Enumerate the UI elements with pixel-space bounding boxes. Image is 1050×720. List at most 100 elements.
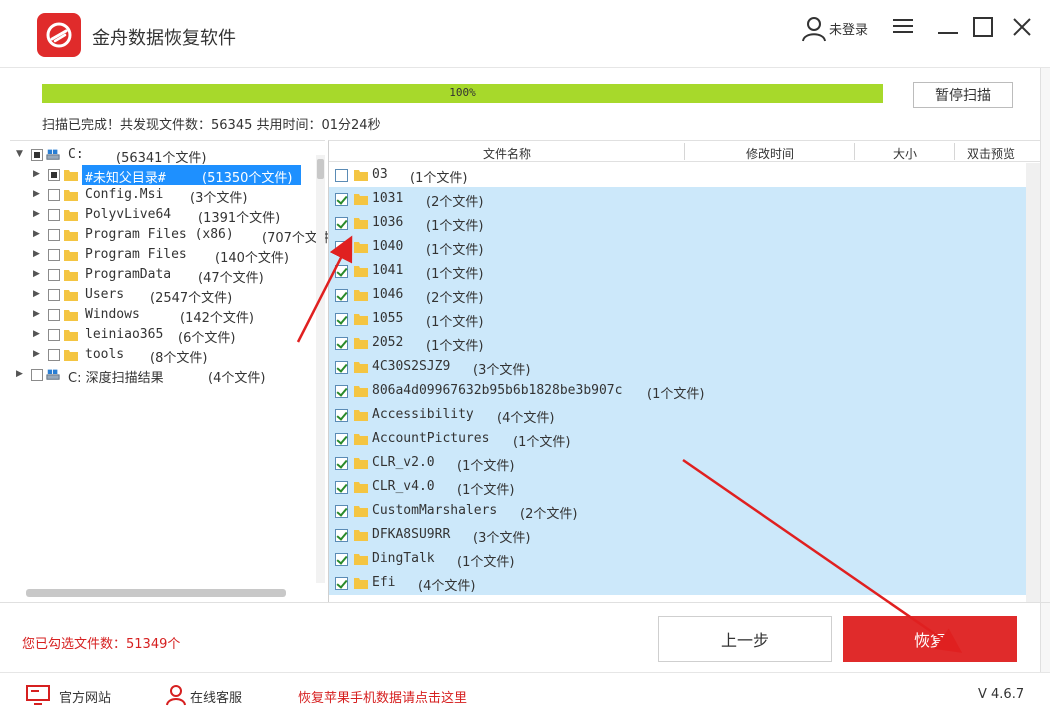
customer-service-icon[interactable] [166, 684, 186, 706]
tree-checkbox[interactable] [48, 249, 60, 261]
tree-checkbox[interactable] [48, 229, 60, 241]
file-row-count: (2个文件) [426, 195, 484, 210]
login-link[interactable]: 未登录 [829, 19, 868, 38]
row-checkbox[interactable] [335, 169, 348, 182]
tree-checkbox[interactable] [31, 149, 43, 161]
file-row[interactable]: 03 (1个文件) [329, 163, 1027, 187]
row-checkbox[interactable] [335, 241, 348, 254]
row-checkbox[interactable] [335, 361, 348, 374]
row-checkbox[interactable] [335, 505, 348, 518]
user-icon[interactable] [802, 16, 826, 42]
file-row[interactable]: CustomMarshalers (2个文件) [329, 499, 1027, 523]
column-header-name[interactable]: 文件名称 [329, 145, 685, 162]
row-checkbox[interactable] [335, 529, 348, 542]
file-row[interactable]: 1046 (2个文件) [329, 283, 1027, 307]
tree-item[interactable]: ▶ Windows (142个文件) [10, 305, 310, 326]
row-checkbox[interactable] [335, 385, 348, 398]
tree-checkbox[interactable] [48, 189, 60, 201]
row-checkbox[interactable] [335, 409, 348, 422]
row-checkbox[interactable] [335, 457, 348, 470]
file-row[interactable]: 1031 (2个文件) [329, 187, 1027, 211]
tree-item[interactable]: ▶ Program Files (x86) (707个文件) [10, 225, 336, 246]
expand-arrow-icon[interactable]: ▶ [33, 169, 40, 179]
tree-item[interactable]: ▶ #未知父目录# (51350个文件) [10, 165, 310, 186]
tree-item[interactable]: ▶ Program Files (140个文件) [10, 245, 310, 266]
column-header-size[interactable]: 大小 [855, 145, 955, 162]
file-row-count: (4个文件) [497, 411, 555, 426]
tree-checkbox[interactable] [48, 169, 60, 181]
maximize-icon[interactable] [973, 17, 993, 37]
apple-recovery-link[interactable]: 恢复苹果手机数据请点击这里 [298, 687, 467, 706]
file-row[interactable]: AccountPictures (1个文件) [329, 427, 1027, 451]
file-row[interactable]: DingTalk (1个文件) [329, 547, 1027, 571]
file-row[interactable]: CLR_v4.0 (1个文件) [329, 475, 1027, 499]
file-row[interactable]: 806a4d09967632b95b6b1828be3b907c (1个文件) [329, 379, 1027, 403]
title-bar: 金舟数据恢复软件 未登录 [0, 0, 1050, 68]
directory-tree: ▼ C: (56341个文件) ▶ #未知父目录# (51350个文件) ▶ Confi… [10, 140, 336, 602]
recover-button[interactable]: 恢复 [843, 616, 1017, 662]
minimize-icon[interactable] [938, 18, 958, 34]
back-button[interactable]: 上一步 [658, 616, 832, 662]
tree-item[interactable]: ▶ leiniao365 (6个文件) [10, 325, 310, 346]
row-checkbox[interactable] [335, 193, 348, 206]
row-checkbox[interactable] [335, 217, 348, 230]
online-service-link[interactable]: 在线客服 [190, 687, 242, 706]
expand-arrow-icon[interactable]: ▶ [33, 289, 40, 299]
tree-checkbox[interactable] [48, 349, 60, 361]
expand-arrow-icon[interactable]: ▶ [16, 369, 23, 379]
file-row[interactable]: CLR_v2.0 (1个文件) [329, 451, 1027, 475]
tree-item[interactable]: ▶ Config.Msi (3个文件) [10, 185, 310, 206]
file-row[interactable]: DFKA8SU9RR (3个文件) [329, 523, 1027, 547]
file-row-count: (3个文件) [473, 363, 531, 378]
file-row[interactable]: 2052 (1个文件) [329, 331, 1027, 355]
row-checkbox[interactable] [335, 553, 348, 566]
file-row-name: DingTalk [372, 551, 435, 566]
file-row[interactable]: 1040 (1个文件) [329, 235, 1027, 259]
tree-checkbox[interactable] [48, 269, 60, 281]
expand-arrow-icon[interactable]: ▶ [33, 209, 40, 219]
tree-item[interactable]: ▶ ProgramData (47个文件) [10, 265, 310, 286]
file-row[interactable]: Accessibility (4个文件) [329, 403, 1027, 427]
tree-item[interactable]: ▶ Users (2547个文件) [10, 285, 310, 306]
expand-arrow-icon[interactable]: ▶ [33, 229, 40, 239]
pause-scan-button[interactable]: 暂停扫描 [913, 82, 1013, 108]
row-checkbox[interactable] [335, 433, 348, 446]
expand-arrow-icon[interactable]: ▶ [33, 189, 40, 199]
tree-checkbox[interactable] [48, 309, 60, 321]
tree-checkbox[interactable] [48, 289, 60, 301]
row-checkbox[interactable] [335, 265, 348, 278]
expand-arrow-icon[interactable]: ▶ [33, 249, 40, 259]
tree-vertical-scrollbar[interactable] [316, 155, 325, 583]
column-header-modified[interactable]: 修改时间 [685, 145, 855, 162]
row-checkbox[interactable] [335, 337, 348, 350]
column-header-preview[interactable]: 双击预览 [955, 145, 1027, 162]
menu-icon[interactable] [893, 18, 913, 34]
file-row[interactable]: Efi (4个文件) [329, 571, 1027, 595]
row-checkbox[interactable] [335, 577, 348, 590]
tree-item[interactable]: ▶ tools (8个文件) [10, 345, 310, 366]
tree-root-row[interactable]: ▼ C: (56341个文件) [10, 145, 310, 166]
tree-checkbox[interactable] [48, 329, 60, 341]
tree-deep-scan-row[interactable]: ▶ C: 深度扫描结果 (4个文件) [10, 365, 310, 386]
official-website-link[interactable]: 官方网站 [59, 687, 111, 706]
tree-horizontal-scrollbar[interactable] [26, 589, 286, 597]
tree-checkbox[interactable] [48, 209, 60, 221]
row-checkbox[interactable] [335, 313, 348, 326]
expand-arrow-icon[interactable]: ▶ [33, 349, 40, 359]
file-row[interactable]: 1055 (1个文件) [329, 307, 1027, 331]
row-checkbox[interactable] [335, 481, 348, 494]
file-row[interactable]: 4C30S2SJZ9 (3个文件) [329, 355, 1027, 379]
row-checkbox[interactable] [335, 289, 348, 302]
tree-item[interactable]: ▶ PolyvLive64 (1391个文件) [10, 205, 310, 226]
file-row[interactable]: 1036 (1个文件) [329, 211, 1027, 235]
expand-arrow-icon[interactable]: ▶ [33, 329, 40, 339]
collapse-arrow-icon[interactable]: ▼ [16, 149, 23, 159]
expand-arrow-icon[interactable]: ▶ [33, 309, 40, 319]
list-vertical-scrollbar[interactable] [1026, 163, 1041, 603]
tree-checkbox[interactable] [31, 369, 43, 381]
close-icon[interactable] [1012, 17, 1032, 37]
tree-scroll-thumb[interactable] [317, 159, 324, 179]
monitor-icon[interactable] [26, 685, 50, 707]
file-row[interactable]: 1041 (1个文件) [329, 259, 1027, 283]
expand-arrow-icon[interactable]: ▶ [33, 269, 40, 279]
